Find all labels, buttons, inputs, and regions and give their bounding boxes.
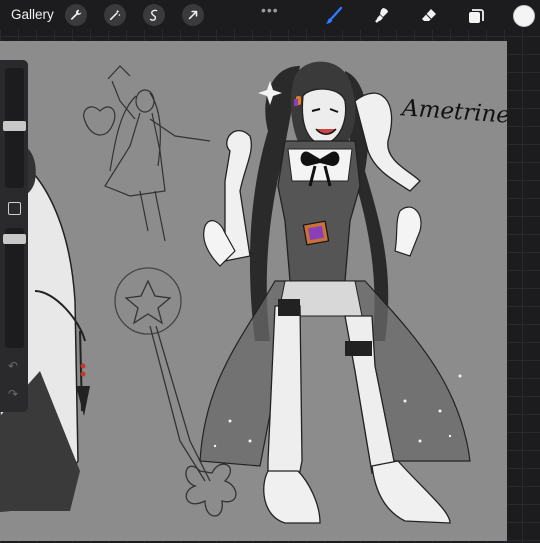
opacity-slider-knob[interactable]: [3, 234, 26, 244]
transform-icon[interactable]: [182, 4, 204, 26]
redo-icon[interactable]: ↷: [8, 387, 18, 401]
color-picker-swatch[interactable]: [513, 5, 535, 27]
wrench-icon[interactable]: [65, 4, 87, 26]
drawing-canvas[interactable]: Ametrine: [0, 41, 507, 541]
magic-wand-icon[interactable]: [104, 4, 126, 26]
brush-icon[interactable]: [322, 4, 346, 28]
undo-icon[interactable]: ↶: [8, 359, 18, 373]
gallery-button[interactable]: Gallery: [11, 7, 54, 22]
more-options-icon[interactable]: •••: [261, 2, 279, 18]
top-toolbar: Gallery •••: [0, 0, 540, 30]
eraser-icon[interactable]: [417, 4, 441, 28]
brush-size-slider-knob[interactable]: [3, 121, 26, 131]
selection-icon[interactable]: [143, 4, 165, 26]
smudge-icon[interactable]: [370, 4, 394, 28]
eyedropper-square-button[interactable]: [8, 202, 21, 215]
opacity-slider[interactable]: [5, 228, 24, 348]
layers-icon[interactable]: [464, 4, 488, 28]
left-sidebar: ↶ ↷: [0, 60, 28, 412]
